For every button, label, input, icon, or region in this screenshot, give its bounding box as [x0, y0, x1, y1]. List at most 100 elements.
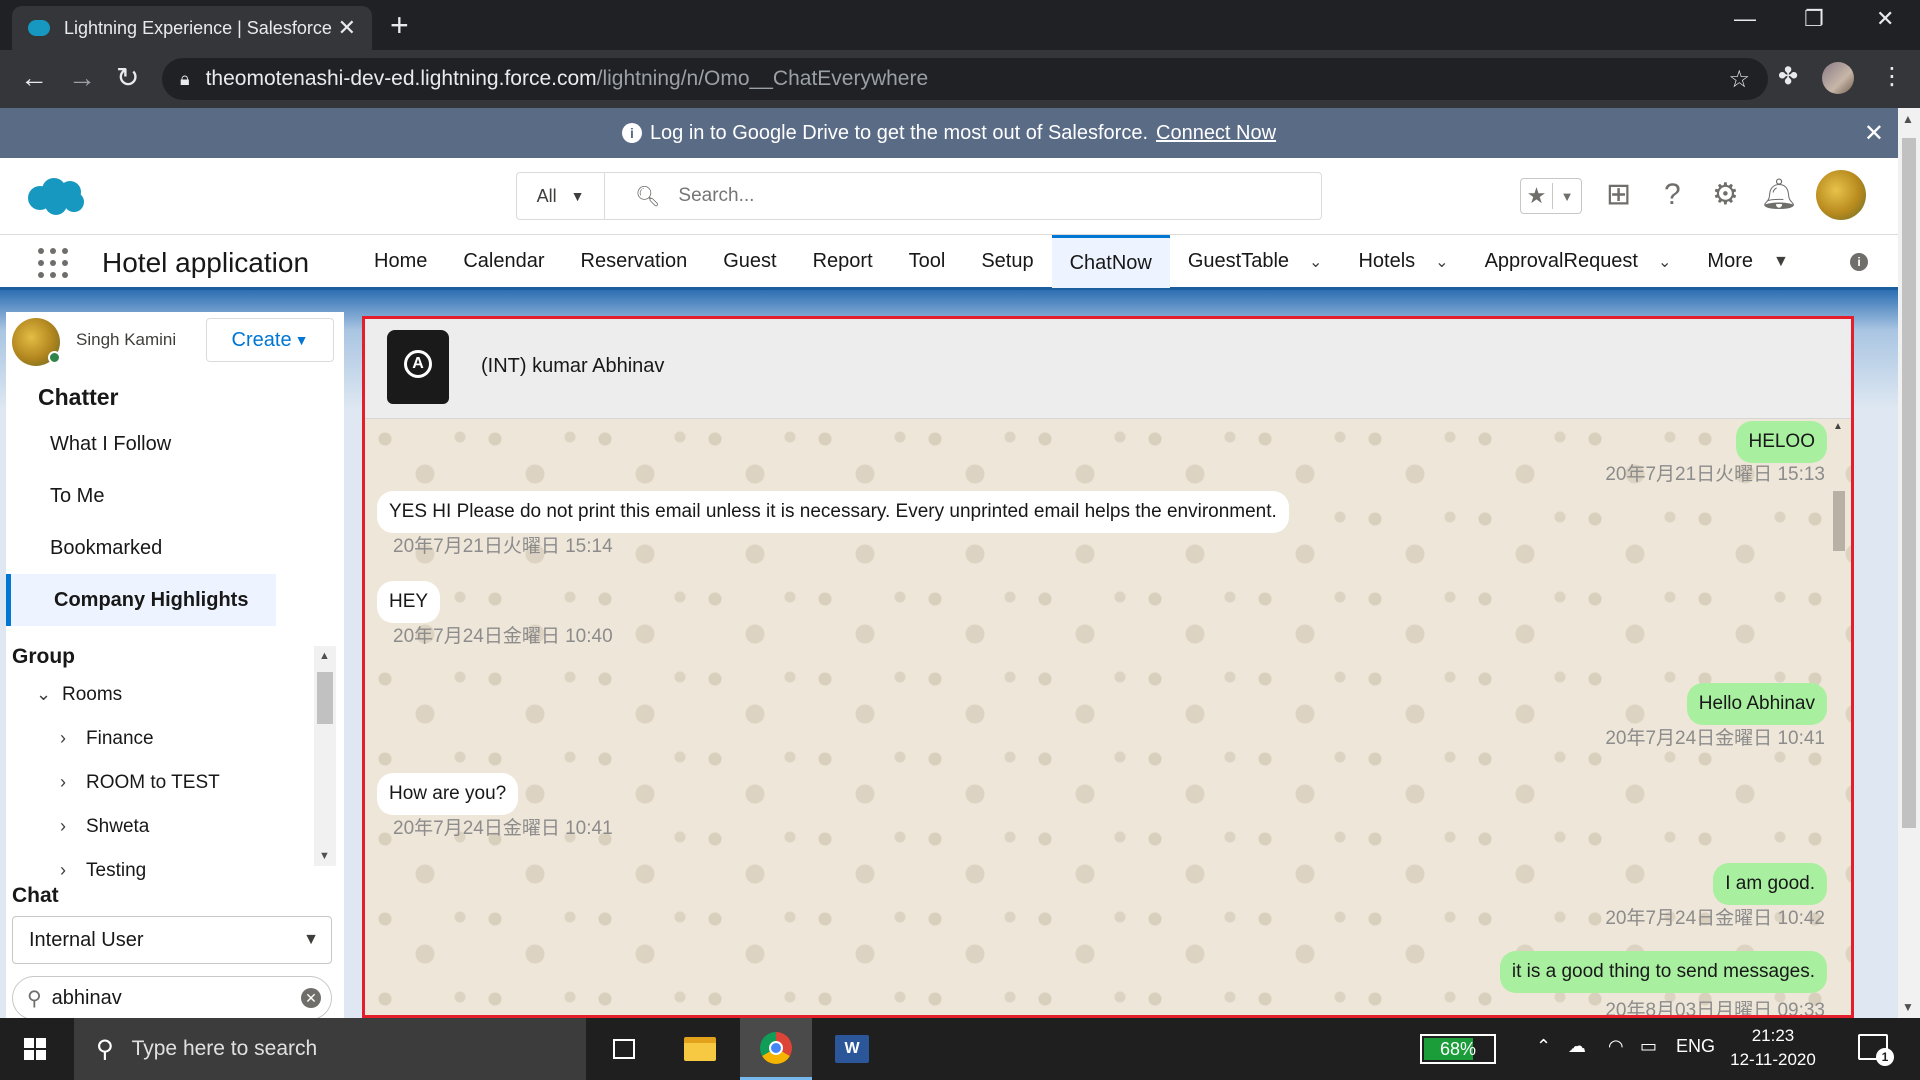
tree-item-room-to-test[interactable]: › ROOM to TEST	[60, 772, 220, 794]
browser-menu-icon[interactable]: ⋮	[1880, 62, 1904, 91]
battery-indicator[interactable]: 68%	[1420, 1034, 1496, 1064]
nav-item-report[interactable]: Report	[795, 235, 891, 288]
chevron-down-icon[interactable]: ⌄	[1309, 252, 1322, 272]
nav-item-chatnow[interactable]: ChatNow	[1051, 235, 1170, 288]
nav-item-home[interactable]: Home	[356, 235, 445, 288]
nav-item-reservation[interactable]: Reservation	[563, 235, 706, 288]
tree-item-rooms[interactable]: ⌄ Rooms	[36, 684, 122, 706]
chat-user-type-select[interactable]: Internal User ▼	[12, 916, 332, 964]
chatter-item-to-me[interactable]: To Me	[6, 470, 276, 522]
forward-icon[interactable]: →	[68, 62, 96, 94]
chevron-down-icon[interactable]: ⌄	[1658, 252, 1671, 272]
help-icon[interactable]: ?	[1664, 178, 1681, 212]
close-tab-icon[interactable]: ✕	[338, 15, 356, 41]
banner-close-icon[interactable]: ✕	[1864, 119, 1884, 148]
task-view-icon[interactable]	[588, 1018, 660, 1080]
onedrive-cloud-icon[interactable]: ☁	[1568, 1036, 1586, 1057]
chatter-heading: Chatter	[38, 384, 119, 410]
chatter-item-what-i-follow[interactable]: What I Follow	[6, 418, 276, 470]
scroll-up-icon[interactable]: ▲	[1833, 421, 1843, 432]
user-avatar[interactable]	[1816, 170, 1866, 220]
user-avatar[interactable]	[12, 318, 61, 366]
caret-down-icon: ▼	[294, 332, 309, 348]
page-scrollbar[interactable]: ▲ ▼	[1898, 108, 1920, 1018]
setup-gear-icon[interactable]: ⚙	[1712, 178, 1739, 212]
chrome-icon[interactable]	[740, 1018, 812, 1080]
taskbar-search[interactable]: ⚲ Type here to search	[74, 1018, 586, 1080]
extensions-icon[interactable]: ✤	[1778, 62, 1798, 91]
salesforce-favicon-icon	[28, 20, 50, 36]
tree-item-finance[interactable]: › Finance	[60, 728, 154, 750]
message-bubble-incoming: How are you?	[377, 773, 519, 815]
search-scope-select[interactable]: All ▼	[517, 173, 605, 219]
chevron-right-icon: ›	[60, 816, 66, 836]
nav-item-calendar[interactable]: Calendar	[445, 235, 562, 288]
show-hidden-icons-icon[interactable]: ⌃	[1536, 1036, 1551, 1057]
scroll-thumb[interactable]	[1902, 138, 1916, 828]
notification-count: 1	[1876, 1048, 1894, 1066]
scroll-down-icon[interactable]: ▼	[319, 850, 330, 862]
search-input[interactable]	[678, 185, 1279, 207]
chatter-item-bookmarked[interactable]: Bookmarked	[6, 522, 276, 574]
notifications-bell-icon[interactable]: 🔔︎	[1760, 178, 1798, 212]
nav-item-guesttable[interactable]: GuestTable ⌄	[1170, 235, 1341, 288]
chevron-down-icon: ▼	[1560, 188, 1574, 204]
global-actions-icon[interactable]: ⊞	[1606, 178, 1631, 212]
url-bar[interactable]: 🔒︎ theomotenashi-dev-ed.lightning.force.…	[162, 58, 1768, 100]
message-bubble-incoming: YES HI Please do not print this email un…	[377, 491, 1289, 533]
tree-item-testing[interactable]: › Testing	[60, 860, 146, 882]
chat-search-input[interactable]: ⚲ abhinav ✕	[12, 976, 332, 1020]
message-area[interactable]: HELOO 20年7月21日火曜日 15:13 YES HI Please do…	[365, 419, 1851, 1015]
nav-item-approvalrequest[interactable]: ApprovalRequest ⌄	[1467, 235, 1690, 288]
chat-scrollbar[interactable]: ▲	[1833, 419, 1845, 1015]
group-heading: Group	[12, 645, 75, 668]
scroll-down-icon[interactable]: ▼	[1902, 1000, 1914, 1014]
message-bubble-incoming: HEY	[377, 581, 441, 623]
reload-icon[interactable]: ↻	[116, 62, 139, 94]
favorites-button[interactable]: ★ ▼	[1520, 178, 1582, 214]
battery-icon[interactable]: ▭	[1640, 1036, 1657, 1057]
url-host: theomotenashi-dev-ed.lightning.force.com	[205, 67, 597, 90]
scroll-up-icon[interactable]: ▲	[319, 650, 330, 662]
salesforce-logo-icon[interactable]	[24, 176, 88, 216]
nav-item-hotels[interactable]: Hotels ⌄	[1340, 235, 1466, 288]
group-scrollbar[interactable]: ▲ ▼	[314, 646, 336, 866]
connect-now-link[interactable]: Connect Now	[1156, 122, 1276, 145]
new-tab-icon[interactable]: +	[390, 8, 409, 42]
browser-profile-avatar[interactable]	[1822, 62, 1854, 94]
language-indicator[interactable]: ENG	[1676, 1036, 1715, 1057]
caret-down-icon: ▼	[303, 931, 319, 948]
system-clock[interactable]: 21:23 12-11-2020	[1728, 1024, 1818, 1072]
nav-item-guest[interactable]: Guest	[705, 235, 794, 288]
back-icon[interactable]: ←	[20, 62, 48, 94]
nav-item-tool[interactable]: Tool	[891, 235, 964, 288]
app-launcher-icon[interactable]	[38, 248, 68, 278]
word-icon[interactable]: W	[816, 1018, 888, 1080]
scroll-thumb[interactable]	[317, 672, 333, 724]
avengers-logo-icon: A	[404, 350, 432, 378]
scroll-thumb[interactable]	[1833, 491, 1845, 551]
create-button[interactable]: Create ▼	[206, 318, 334, 362]
chatter-item-company-highlights[interactable]: Company Highlights	[6, 574, 276, 626]
message-timestamp: 20年7月24日金曜日 10:41	[1605, 728, 1825, 749]
action-center-icon[interactable]: 1	[1858, 1034, 1894, 1066]
bookmark-star-icon[interactable]: ☆	[1728, 65, 1750, 94]
info-icon[interactable]: i	[1850, 253, 1868, 271]
wifi-icon[interactable]: ◠	[1608, 1036, 1624, 1057]
clear-search-icon[interactable]: ✕	[301, 988, 321, 1008]
contact-avatar[interactable]: A	[387, 330, 449, 404]
window-close-icon[interactable]: ✕	[1876, 6, 1894, 32]
minimize-icon[interactable]: —	[1734, 6, 1756, 32]
tree-item-shweta[interactable]: › Shweta	[60, 816, 149, 838]
nav-item-setup[interactable]: Setup	[963, 235, 1051, 288]
nav-item-more[interactable]: More ▼	[1689, 235, 1806, 288]
message-bubble-outgoing: Hello Abhinav	[1686, 683, 1827, 725]
scroll-up-icon[interactable]: ▲	[1902, 112, 1914, 126]
caret-down-icon[interactable]: ▼	[1773, 253, 1789, 271]
file-explorer-icon[interactable]	[664, 1018, 736, 1080]
tab-title: Lightning Experience | Salesforce	[64, 17, 332, 38]
windows-start-icon[interactable]	[24, 1038, 46, 1060]
browser-tab[interactable]: Lightning Experience | Salesforce ✕	[12, 6, 372, 50]
chevron-down-icon[interactable]: ⌄	[1435, 252, 1448, 272]
restore-icon[interactable]: ❐	[1804, 6, 1824, 32]
